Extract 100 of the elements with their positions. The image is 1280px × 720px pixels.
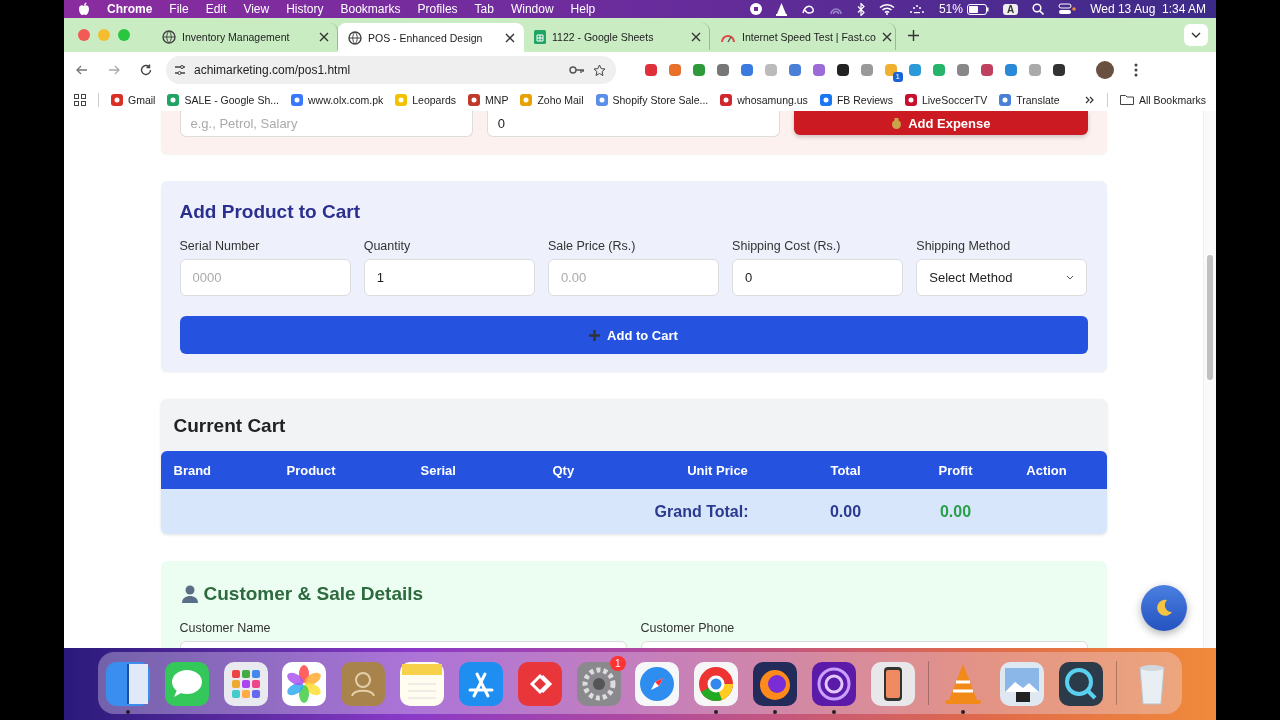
extension-icon[interactable] <box>836 63 850 77</box>
site-settings-icon[interactable] <box>174 64 186 76</box>
key-icon[interactable] <box>569 65 585 75</box>
bookmark-link[interactable]: whosamung.us <box>720 93 808 106</box>
add-to-cart-button[interactable]: Add to Cart <box>179 316 1088 354</box>
close-tab-icon[interactable] <box>319 31 329 42</box>
field-label: Shipping Cost (Rs.) <box>732 239 842 253</box>
money-bag-icon <box>891 117 903 129</box>
new-tab-icon[interactable] <box>908 29 919 41</box>
bookmark-link[interactable]: Shopify Store Sale... <box>595 93 709 106</box>
bluetooth-icon[interactable] <box>856 2 865 16</box>
avatar-icon[interactable] <box>1096 61 1114 79</box>
close-window-button[interactable] <box>78 29 90 41</box>
input-source[interactable]: A <box>1002 3 1019 15</box>
field-label: Shipping Method <box>916 239 1012 253</box>
menu-item[interactable]: Help <box>570 2 596 16</box>
bookmark-link[interactable]: FB Reviews <box>819 93 893 106</box>
compass-icon[interactable] <box>633 660 682 708</box>
menu-item[interactable]: Edit <box>205 2 227 16</box>
bookmark-link[interactable]: Leopards <box>395 93 457 106</box>
menu-item[interactable]: Profiles <box>417 2 458 16</box>
menu-item[interactable]: View <box>243 2 270 16</box>
menu-item[interactable]: History <box>286 2 324 16</box>
menu-item[interactable]: Tab <box>474 2 494 16</box>
input-field[interactable]: 0 <box>486 111 781 137</box>
tab-search-button[interactable] <box>1184 24 1208 46</box>
phone-icon[interactable] <box>868 660 917 708</box>
control-center-icon[interactable] <box>1058 3 1077 15</box>
star-icon[interactable] <box>593 63 606 77</box>
field-label: Quantity <box>363 239 412 253</box>
total-value: 0.00 <box>828 502 863 521</box>
site-icon <box>111 93 123 106</box>
field-label: Customer Phone <box>640 621 736 635</box>
site-icon <box>720 93 733 106</box>
apple-icon[interactable] <box>78 2 90 16</box>
bookmark-link[interactable]: Translate <box>999 93 1060 106</box>
back-icon[interactable] <box>76 65 88 75</box>
clock[interactable]: Wed 13 Aug 1:34 AM <box>1090 2 1206 16</box>
profit-value: 0.00 <box>938 502 973 521</box>
wifi-icon[interactable] <box>878 3 895 15</box>
bookmark-link[interactable]: All Bookmarks <box>1119 93 1206 106</box>
menu-item[interactable]: Window <box>510 2 554 16</box>
bookmark-link[interactable]: www.olx.com.pk <box>291 93 384 106</box>
theme-toggle-button[interactable] <box>1141 585 1187 631</box>
onion-icon[interactable] <box>809 660 858 708</box>
magnifier-play-icon[interactable] <box>1057 660 1106 708</box>
record-icon[interactable] <box>749 3 762 15</box>
grand-total-label: Grand Total: <box>653 502 750 521</box>
section-title: Customer & Sale Details <box>203 583 424 605</box>
site-icon <box>595 93 608 106</box>
column-header: Total <box>829 462 862 478</box>
reload-icon[interactable] <box>140 64 152 76</box>
dots-icon[interactable] <box>908 4 925 14</box>
close-tab-icon[interactable] <box>691 31 701 42</box>
browser-tab[interactable]: 1122 - Google Sheets <box>524 23 710 50</box>
dropdown[interactable]: Select Method <box>916 259 1088 296</box>
browser-tab[interactable]: Internet Speed Test | Fast.co <box>710 23 896 50</box>
gear-icon[interactable] <box>574 660 623 708</box>
close-tab-icon[interactable] <box>881 31 892 42</box>
chevrons-icon[interactable] <box>1084 95 1095 104</box>
bookmark-link[interactable]: Gmail <box>111 93 156 106</box>
bookmark-link[interactable]: SALE - Google Sh... <box>167 93 279 106</box>
moon-icon <box>1154 598 1174 618</box>
menu-icon[interactable] <box>1134 63 1138 77</box>
plus-icon <box>589 329 601 341</box>
scrollbar-thumb[interactable] <box>1207 255 1213 380</box>
flame-globe-icon[interactable] <box>751 660 800 708</box>
close-tab-icon[interactable] <box>505 32 515 43</box>
section-title: Add Product to Cart <box>179 201 361 223</box>
person-icon <box>179 584 200 604</box>
menu-item[interactable]: File <box>169 2 189 16</box>
battery-icon[interactable] <box>966 3 989 15</box>
chat-bubble-icon[interactable] <box>162 660 211 708</box>
search-icon[interactable] <box>1032 3 1045 15</box>
diamond-arrows-icon[interactable] <box>515 660 564 708</box>
app-name[interactable]: Chrome <box>107 2 153 16</box>
notepad-icon[interactable] <box>398 660 447 708</box>
bookmark-link[interactable]: Zoho Mail <box>520 93 584 106</box>
browser-tab[interactable]: POS - Enhanced Design <box>338 23 524 52</box>
address-bar[interactable]: achimarketing.com/pos1.html <box>166 56 616 84</box>
bookmark-link[interactable]: MNP <box>468 93 509 106</box>
menu-item[interactable]: Bookmarks <box>340 2 401 16</box>
photo-viewer-icon[interactable] <box>998 660 1047 708</box>
input-field[interactable]: 0 <box>732 259 904 296</box>
running-indicator <box>831 710 836 714</box>
app-grid-icon[interactable] <box>221 660 270 708</box>
field-label: Sale Price (Rs.) <box>547 239 637 253</box>
flower-icon[interactable] <box>280 660 329 708</box>
apps-grid-icon[interactable] <box>74 93 86 106</box>
add-expense-button[interactable]: Add Expense <box>794 111 1088 135</box>
column-header: Unit Price <box>686 462 749 478</box>
field-label: Serial Number <box>179 239 261 253</box>
field-label: Customer Name <box>179 621 272 635</box>
input-field[interactable]: 1 <box>363 259 535 296</box>
running-indicator <box>961 710 966 714</box>
two-tone-tile-icon[interactable] <box>104 660 152 708</box>
app-store-icon[interactable] <box>456 660 505 708</box>
extension-icon[interactable] <box>1052 63 1066 77</box>
bookmark-link[interactable]: LiveSoccerTV <box>904 93 988 106</box>
cone-icon[interactable] <box>775 2 787 16</box>
